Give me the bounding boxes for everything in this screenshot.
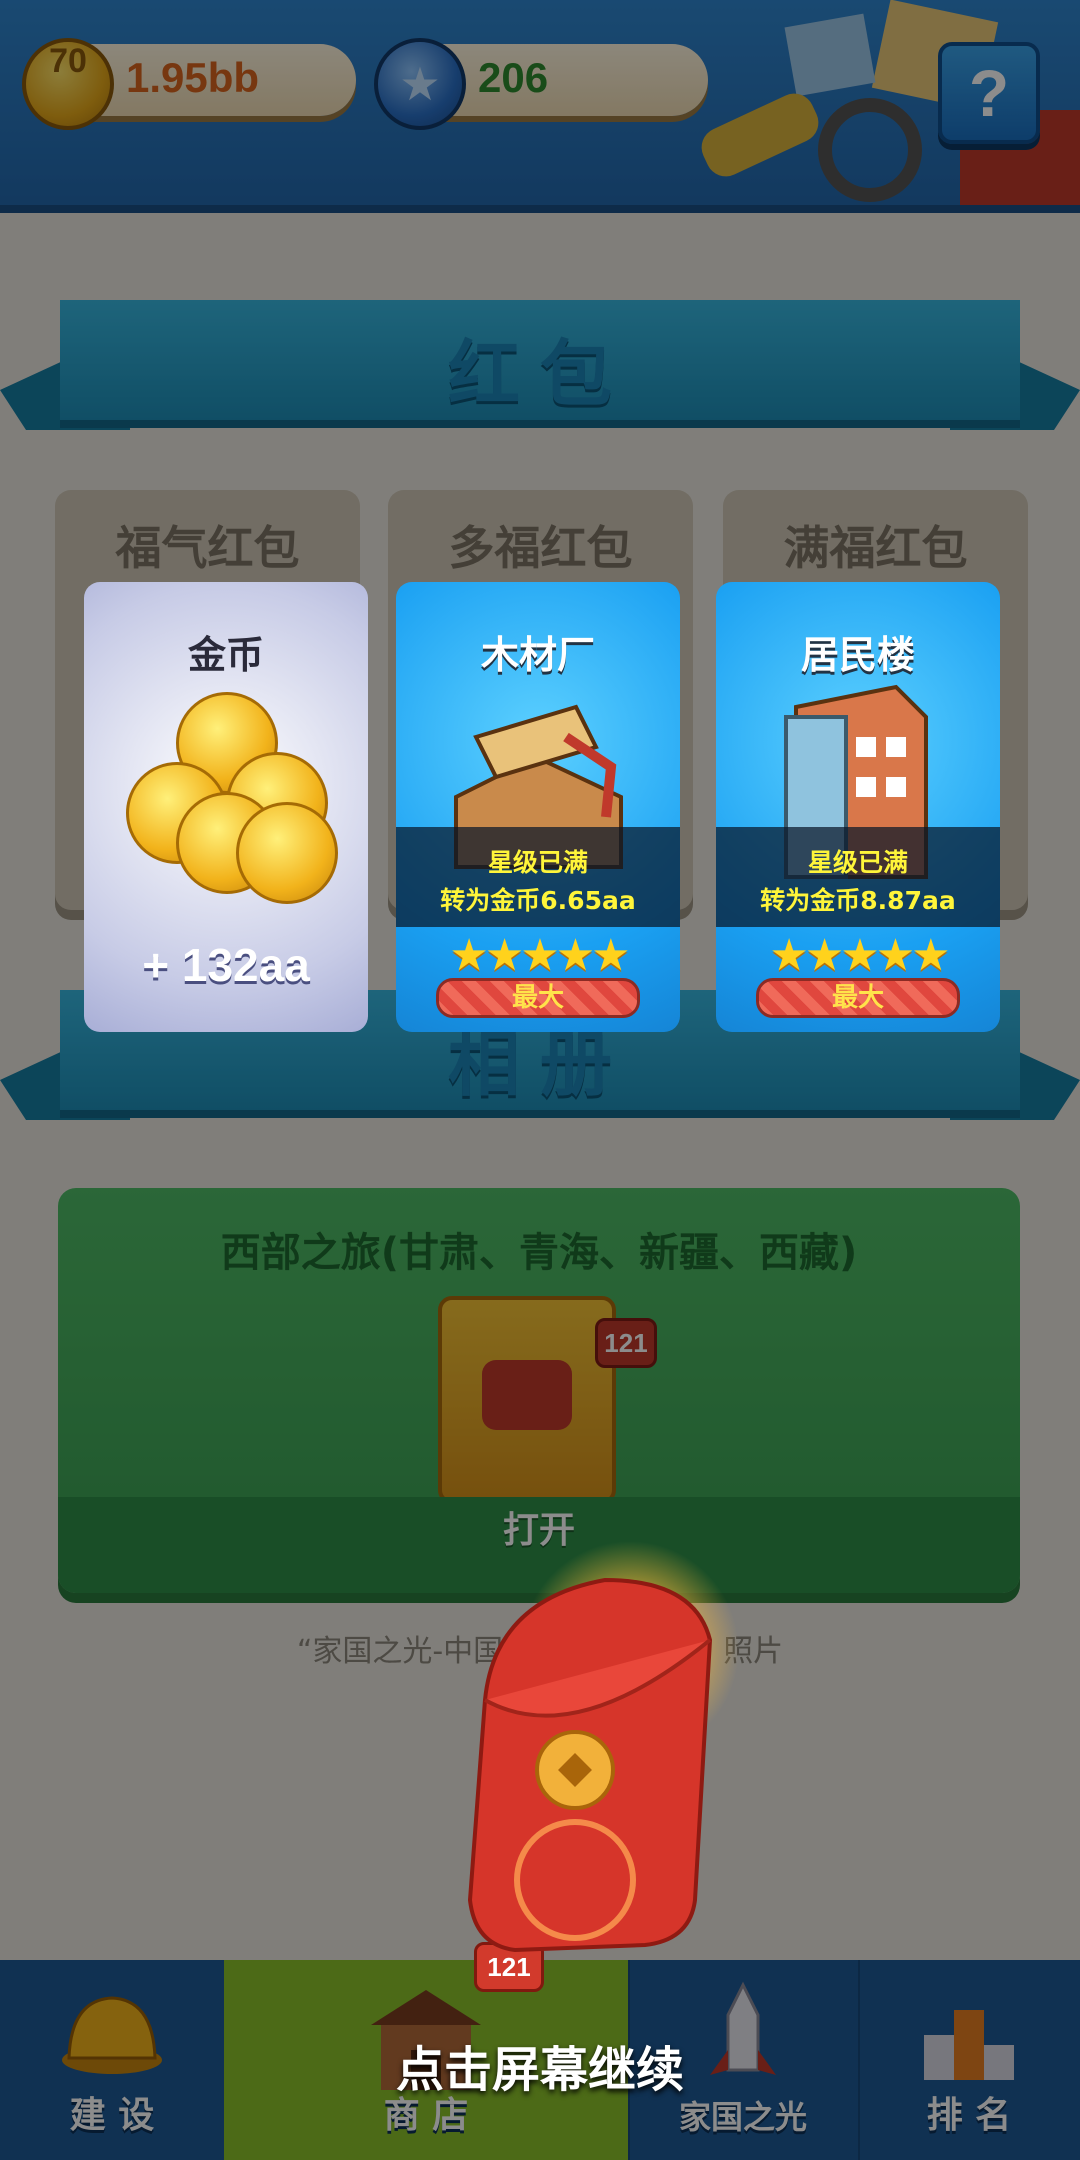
reward-card-residential: 居民楼 星级已满 转为金币8.87aa ★★★★★ 最大 bbox=[716, 582, 1000, 1032]
level-bar: 最大 bbox=[756, 978, 960, 1018]
packet-column-title: 福气红包 bbox=[115, 521, 300, 575]
reward-amount: + 132aa bbox=[142, 939, 310, 991]
level-max-label: 最大 bbox=[511, 983, 564, 1013]
coin-balance: 70 1.95bb bbox=[22, 38, 356, 130]
star-rating: ★★★★★ bbox=[769, 930, 950, 981]
star-balance: ★ 206 bbox=[374, 38, 708, 130]
photo-album-icon bbox=[438, 1296, 616, 1504]
status-text: 星级已满 bbox=[807, 848, 908, 877]
album-count-badge: 121 bbox=[595, 1318, 657, 1368]
packet-column-title: 多福红包 bbox=[448, 521, 633, 575]
album-title: 西部之旅(甘肃、青海、新疆、西藏) bbox=[220, 1230, 858, 1276]
coin-amount: 1.95bb bbox=[126, 54, 260, 101]
reward-name: 金币 bbox=[187, 633, 264, 677]
album-open-button[interactable]: 打开 bbox=[58, 1501, 1020, 1553]
status-text: 星级已满 bbox=[487, 848, 588, 877]
reward-name: 木材厂 bbox=[480, 633, 595, 677]
packet-column-title: 满福红包 bbox=[783, 521, 968, 575]
reward-card-lumber-mill: 木材厂 星级已满 转为金币6.65aa ★★★★★ 最大 bbox=[396, 582, 680, 1032]
level-bar: 最大 bbox=[436, 978, 640, 1018]
convert-text: 转为金币8.87aa bbox=[760, 886, 956, 915]
coin-icon: 70 bbox=[22, 38, 114, 130]
star-amount: 206 bbox=[478, 54, 549, 101]
redpacket-section-title: 红包 bbox=[447, 332, 632, 416]
level-max-label: 最大 bbox=[831, 983, 884, 1013]
help-button[interactable]: ? bbox=[938, 42, 1040, 144]
convert-text: 转为金币6.65aa bbox=[440, 886, 636, 915]
album-card[interactable]: 西部之旅(甘肃、青海、新疆、西藏) 121 打开 bbox=[58, 1188, 1020, 1593]
max-star-overlay: 星级已满 转为金币6.65aa bbox=[396, 827, 680, 927]
reward-card-coins: 金币 + 132aa bbox=[84, 582, 368, 1032]
coin-stack-icon bbox=[116, 692, 338, 904]
top-bar: 70 1.95bb ★ 206 ? bbox=[0, 0, 1080, 213]
red-envelope-icon[interactable] bbox=[455, 1560, 725, 1960]
star-rating: ★★★★★ bbox=[449, 930, 630, 981]
redpacket-ribbon: 红包 bbox=[0, 270, 1080, 440]
tap-to-continue-hint: 点击屏幕继续 bbox=[395, 2042, 684, 2098]
reward-name: 居民楼 bbox=[800, 633, 915, 677]
star-icon: ★ bbox=[374, 38, 466, 130]
max-star-overlay: 星级已满 转为金币8.87aa bbox=[716, 827, 1000, 927]
